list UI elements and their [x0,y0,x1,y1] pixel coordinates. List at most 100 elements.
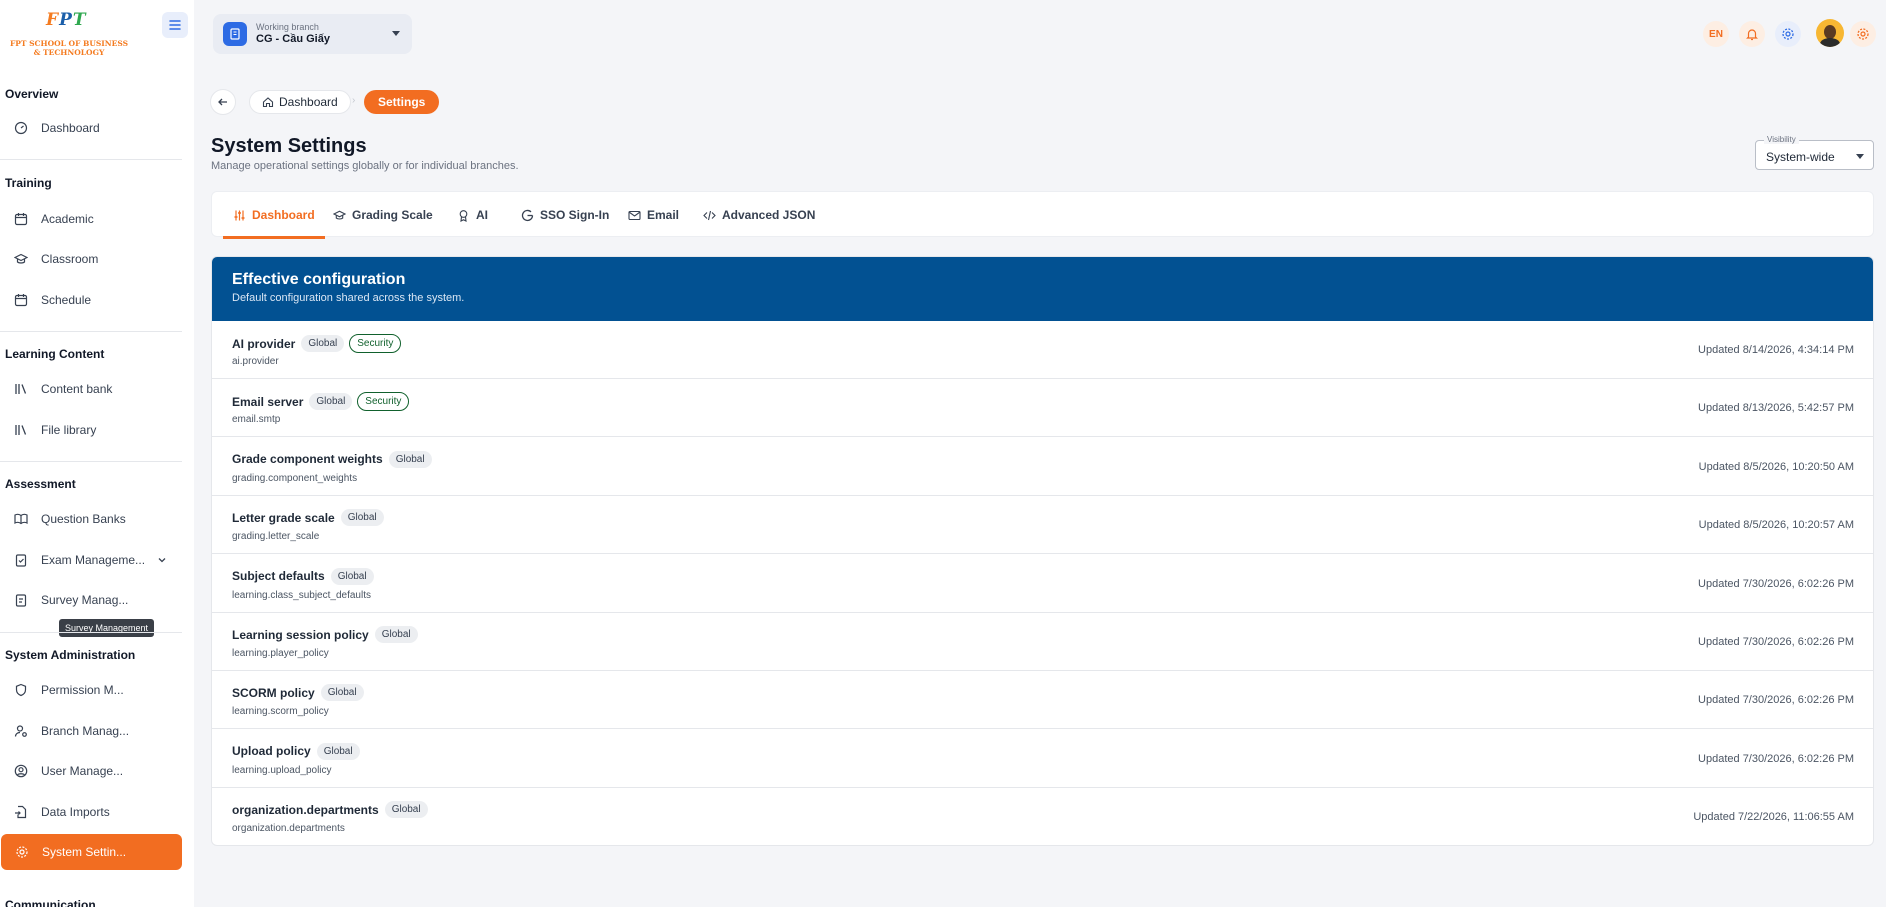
user-cog-icon [14,724,28,738]
config-name: Upload policy [232,744,311,759]
branch-label: Working branch [256,22,319,32]
scope-badge: Global [301,335,345,352]
settings-tabs: Dashboard Grading Scale AI SSO Sign-In E… [211,191,1874,239]
sidebar-item-schedule[interactable]: Schedule [0,282,182,318]
clipboard-check-icon [14,553,28,567]
scope-badge: Global [316,742,360,760]
arrow-left-icon [218,98,227,106]
breadcrumb-current: Settings [364,90,440,114]
back-button[interactable] [210,89,236,115]
bell-icon [1746,29,1758,41]
gear-icon [1782,28,1794,40]
sidebar-item-file-library[interactable]: File library [0,412,182,448]
config-key: grading.component_weights [232,472,358,484]
config-row-heading: Learning session policy Global [232,626,423,643]
gear-icon [15,845,29,859]
card-header: Effective configuration Default configur… [212,257,1873,321]
language-button[interactable]: EN [1703,21,1729,47]
sidebar-item-branch-management[interactable]: Branch Manag... [0,713,182,749]
tab-sso-sign-in[interactable]: SSO Sign-In [521,192,609,238]
effective-configuration-card: Effective configuration Default configur… [211,256,1874,846]
sidebar-item-label: Schedule [41,293,92,307]
config-name: organization.departments [232,802,379,817]
sidebar-item-academic[interactable]: Academic [0,201,182,237]
sidebar-item-dashboard[interactable]: Dashboard [0,110,182,146]
scope-badge: Global [374,626,418,643]
top-header: Working branch CG - Cầu Giấy EN [194,0,1886,68]
working-branch-select[interactable]: Working branch CG - Cầu Giấy [213,14,412,54]
config-row-heading: Email server Global Security [232,392,414,412]
config-name: Learning session policy [232,627,369,642]
sidebar-item-label: Content bank [41,382,113,396]
tooltip: Survey Management [59,619,155,637]
visibility-value: System-wide [1766,150,1835,164]
sidebar-item-system-settings[interactable]: System Settin... [1,834,182,870]
config-row[interactable]: Upload policy Global learning.upload_polic… [212,730,1873,788]
config-row[interactable]: organization.departments Global organizati… [212,788,1873,845]
breadcrumb-dashboard[interactable]: Dashboard [249,90,351,114]
menu-toggle-button[interactable] [162,12,188,38]
sidebar-item-content-bank[interactable]: Content bank [0,371,182,407]
tab-email[interactable]: Email [628,192,679,238]
clipboard-list-icon [14,593,28,607]
file-import-icon [14,805,28,819]
sidebar-item-data-imports[interactable]: Data Imports [0,794,182,830]
config-name: Email server [232,394,304,409]
settings-button[interactable] [1775,21,1801,47]
scope-badge: Global [330,567,374,585]
sidebar-item-permission-management[interactable]: Permission M... [0,672,182,708]
user-circle-icon [14,764,28,778]
page-subtitle: Manage operational settings globally or … [211,160,519,172]
section-communication: Communication [5,898,96,907]
config-row[interactable]: Letter grade scale Global grading.letter_s… [212,496,1873,555]
sidebar-item-survey-management[interactable]: Survey Manag... [0,582,182,618]
sidebar-item-label: System Settin... [42,845,127,859]
config-row[interactable]: AI provider Global Security ai.provider Upda… [212,321,1873,379]
config-row[interactable]: Grade component weights Global grading.com… [212,438,1873,496]
graduation-cap-icon [333,210,346,220]
branch-value: CG - Cầu Giấy [256,33,330,45]
sidebar-item-label: Data Imports [41,805,110,819]
divider [0,461,182,462]
config-row[interactable]: Email server Global Security email.smtp Upda… [212,379,1873,438]
tab-advanced-json[interactable]: Advanced JSON [703,192,815,238]
tab-dashboard[interactable]: Dashboard [223,192,325,239]
notifications-button[interactable] [1739,21,1765,47]
sidebar-item-classroom[interactable]: Classroom [0,241,182,277]
mail-icon [628,210,641,220]
tab-grading-scale[interactable]: Grading Scale [333,192,433,238]
sidebar-item-label: User Manage... [41,764,124,778]
sidebar-item-label: Exam Manageme... [41,553,146,567]
config-updated: Updated 7/22/2026, 11:06:55 AM [1693,811,1854,824]
config-row[interactable]: Subject defaults Global learning.class_sub… [212,555,1873,613]
sidebar-item-label: Academic [41,212,94,226]
library-icon [14,382,28,396]
calendar-clock-icon [14,212,28,226]
sidebar-item-question-banks[interactable]: Question Banks [0,501,182,537]
card-title: Effective configuration [232,271,406,288]
section-overview: Overview [5,87,59,101]
visibility-select[interactable]: Visibility System-wide [1755,135,1874,170]
config-updated: Updated 7/30/2026, 6:02:26 PM [1698,577,1854,590]
sidebar-item-exam-management[interactable]: Exam Manageme... [0,542,182,578]
user-avatar[interactable] [1816,19,1844,47]
config-row-heading: SCORM policy Global [232,684,369,702]
fpt-logo[interactable]: FPT FPT SCHOOL OF BUSINESS & TECHNOLOGY [6,10,132,60]
config-key: learning.scorm_policy [232,706,329,718]
config-updated: Updated 8/13/2026, 5:42:57 PM [1698,402,1854,415]
sidebar-item-user-management[interactable]: User Manage... [0,753,182,789]
security-badge: Security [357,392,410,412]
config-row-heading: AI provider Global Security [232,334,406,353]
config-row[interactable]: SCORM policy Global learning.scorm_policy U… [212,671,1873,730]
tab-ai[interactable]: AI [457,192,488,238]
sidebar: FPT FPT SCHOOL OF BUSINESS & TECHNOLOGY … [0,0,194,907]
sliders-icon [234,210,245,220]
config-name: Subject defaults [232,569,325,584]
config-name: Letter grade scale [232,510,335,525]
config-row[interactable]: Learning session policy Global learning.pl… [212,613,1873,671]
chevron-down-icon[interactable] [156,554,168,566]
config-row-heading: organization.departments Global [232,801,433,819]
scope-badge: Global [309,393,353,411]
preferences-button[interactable] [1850,21,1876,47]
book-open-icon [14,512,28,526]
